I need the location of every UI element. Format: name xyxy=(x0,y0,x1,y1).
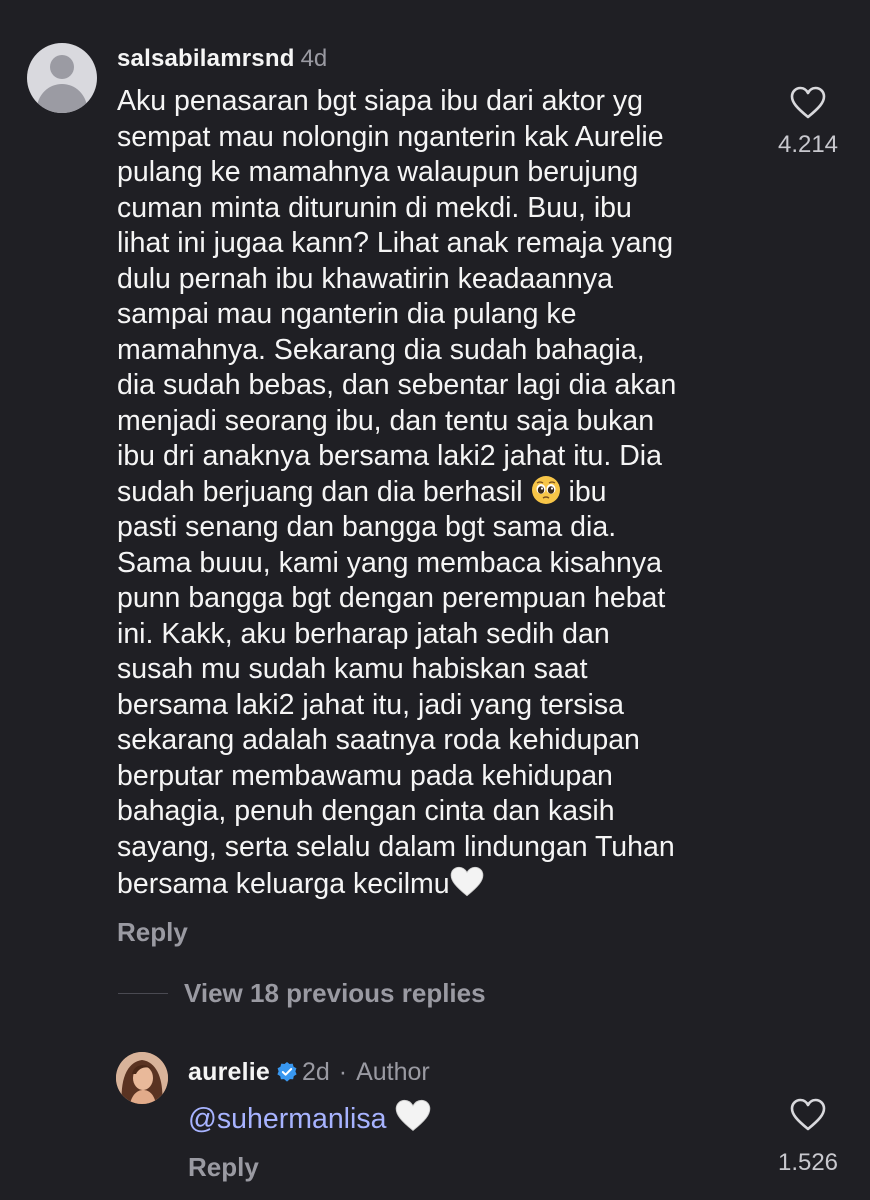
mention-link[interactable]: @suhermanlisa xyxy=(188,1103,386,1135)
reply-reply-button[interactable]: Reply xyxy=(188,1152,259,1182)
avatar-shoulders xyxy=(37,84,87,113)
pleading-face-emoji xyxy=(531,475,560,504)
reply-username[interactable]: aurelie xyxy=(188,1058,270,1086)
view-replies-label: View 18 previous replies xyxy=(184,978,486,1008)
comment-meta: salsabilamrsnd 4d xyxy=(117,44,327,74)
white-heart-emoji xyxy=(450,866,483,897)
author-tag: Author xyxy=(356,1058,430,1086)
avatar[interactable] xyxy=(27,43,97,113)
comment-time: 4d xyxy=(300,45,328,72)
heart-outline-icon[interactable] xyxy=(758,86,858,120)
comment-reply-button[interactable]: Reply xyxy=(117,917,188,947)
reply-avatar[interactable] xyxy=(116,1052,168,1104)
heart-outline-icon[interactable] xyxy=(758,1098,858,1132)
comment-like: 4.214 xyxy=(758,86,858,160)
comment-username[interactable]: salsabilamrsnd xyxy=(117,45,295,72)
verified-badge-icon xyxy=(277,1062,297,1082)
white-heart-emoji xyxy=(396,1099,431,1132)
comment-text: Aku penasaran bgt siapa ibu dari aktor y… xyxy=(117,84,767,903)
reply-separator: · xyxy=(338,1058,348,1086)
reply-like: 1.526 xyxy=(758,1098,858,1178)
comment-like-count: 4.214 xyxy=(777,131,839,158)
divider-line xyxy=(118,993,168,994)
avatar-head xyxy=(50,55,74,79)
reply-time: 2d xyxy=(302,1058,330,1086)
comment-text-part-2: ibu pasti senang dan bangga bgt sama dia… xyxy=(117,475,675,901)
comment-text-part-1: Aku penasaran bgt siapa ibu dari aktor y… xyxy=(117,85,677,508)
view-previous-replies[interactable]: View 18 previous replies xyxy=(118,978,486,1009)
reply-text: @suhermanlisa xyxy=(188,1098,432,1137)
reply-meta: aurelie 2d · Author xyxy=(188,1057,430,1087)
reply-like-count: 1.526 xyxy=(777,1149,839,1176)
